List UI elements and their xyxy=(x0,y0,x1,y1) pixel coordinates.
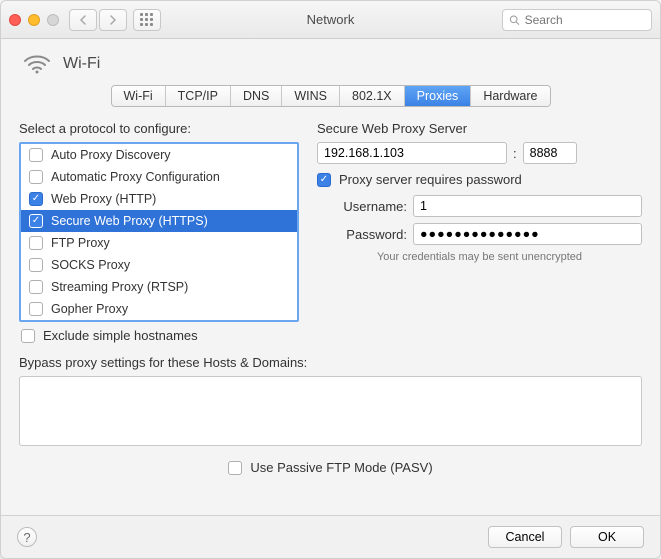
search-icon xyxy=(509,14,520,26)
protocol-label: Select a protocol to configure: xyxy=(19,121,299,136)
grid-icon xyxy=(140,13,154,27)
show-all-button[interactable] xyxy=(133,9,161,31)
minimize-window-button[interactable] xyxy=(28,14,40,26)
search-input[interactable] xyxy=(525,13,645,27)
password-input[interactable] xyxy=(413,223,642,245)
protocol-item[interactable]: Automatic Proxy Configuration xyxy=(21,166,297,188)
content-area: Wi-Fi Wi-FiTCP/IPDNSWINS802.1XProxiesHar… xyxy=(1,39,660,515)
proxy-port-input[interactable] xyxy=(523,142,577,164)
server-row: : xyxy=(317,142,642,164)
server-label: Secure Web Proxy Server xyxy=(317,121,642,136)
protocol-label: Gopher Proxy xyxy=(51,302,128,316)
requires-password-checkbox[interactable] xyxy=(317,173,331,187)
host-port-separator: : xyxy=(513,146,517,161)
protocol-checkbox[interactable] xyxy=(29,148,43,162)
protocol-item[interactable]: Secure Web Proxy (HTTPS) xyxy=(21,210,297,232)
ok-button[interactable]: OK xyxy=(570,526,644,548)
username-label: Username: xyxy=(317,199,407,214)
username-input[interactable] xyxy=(413,195,642,217)
proxy-host-input[interactable] xyxy=(317,142,507,164)
footer: ? Cancel OK xyxy=(1,515,660,558)
protocol-label: Automatic Proxy Configuration xyxy=(51,170,220,184)
bypass-label: Bypass proxy settings for these Hosts & … xyxy=(19,355,642,370)
close-window-button[interactable] xyxy=(9,14,21,26)
password-row: Password: xyxy=(317,223,642,245)
tab-tcp-ip[interactable]: TCP/IP xyxy=(166,86,231,106)
protocol-label: Secure Web Proxy (HTTPS) xyxy=(51,214,208,228)
protocol-label: Web Proxy (HTTP) xyxy=(51,192,156,206)
requires-password-label: Proxy server requires password xyxy=(339,172,522,187)
tab-wi-fi[interactable]: Wi-Fi xyxy=(112,86,166,106)
forward-button[interactable] xyxy=(99,9,127,31)
pasv-label: Use Passive FTP Mode (PASV) xyxy=(250,460,432,475)
protocol-item[interactable]: FTP Proxy xyxy=(21,232,297,254)
protocol-checkbox[interactable] xyxy=(29,302,43,316)
preferences-window: Network Wi-Fi Wi-FiTCP/IPDNSWINS802.1XPr… xyxy=(0,0,661,559)
protocol-item[interactable]: Gopher Proxy xyxy=(21,298,297,320)
protocol-checkbox[interactable] xyxy=(29,214,43,228)
credentials-hint: Your credentials may be sent unencrypted xyxy=(317,251,642,263)
exclude-simple-checkbox[interactable] xyxy=(21,329,35,343)
password-label: Password: xyxy=(317,227,407,242)
interface-name: Wi-Fi xyxy=(63,55,100,73)
protocol-column: Select a protocol to configure: Auto Pro… xyxy=(19,121,299,343)
protocol-checkbox[interactable] xyxy=(29,258,43,272)
exclude-simple-row[interactable]: Exclude simple hostnames xyxy=(19,322,299,343)
protocol-item[interactable]: Streaming Proxy (RTSP) xyxy=(21,276,297,298)
protocol-checkbox[interactable] xyxy=(29,280,43,294)
titlebar: Network xyxy=(1,1,660,39)
exclude-simple-label: Exclude simple hostnames xyxy=(43,328,198,343)
back-button[interactable] xyxy=(69,9,97,31)
tab-dns[interactable]: DNS xyxy=(231,86,282,106)
interface-header: Wi-Fi xyxy=(19,53,642,75)
form-area: Select a protocol to configure: Auto Pro… xyxy=(19,121,642,343)
wifi-icon xyxy=(23,53,51,75)
pasv-checkbox[interactable] xyxy=(228,461,242,475)
tab-hardware[interactable]: Hardware xyxy=(471,86,549,106)
protocol-item[interactable]: Auto Proxy Discovery xyxy=(21,144,297,166)
protocol-label: SOCKS Proxy xyxy=(51,258,130,272)
search-field-wrap[interactable] xyxy=(502,9,652,31)
pasv-row[interactable]: Use Passive FTP Mode (PASV) xyxy=(19,460,642,475)
tab-proxies[interactable]: Proxies xyxy=(405,86,472,106)
help-button[interactable]: ? xyxy=(17,527,37,547)
protocol-item[interactable]: SOCKS Proxy xyxy=(21,254,297,276)
protocol-label: FTP Proxy xyxy=(51,236,110,250)
protocol-label: Auto Proxy Discovery xyxy=(51,148,170,162)
username-row: Username: xyxy=(317,195,642,217)
window-controls xyxy=(9,14,59,26)
zoom-window-button xyxy=(47,14,59,26)
server-column: Secure Web Proxy Server : Proxy server r… xyxy=(317,121,642,343)
bypass-textarea[interactable] xyxy=(19,376,642,446)
tab-wins[interactable]: WINS xyxy=(282,86,340,106)
protocol-label: Streaming Proxy (RTSP) xyxy=(51,280,188,294)
protocol-item[interactable]: Web Proxy (HTTP) xyxy=(21,188,297,210)
cancel-button[interactable]: Cancel xyxy=(488,526,562,548)
protocol-checkbox[interactable] xyxy=(29,192,43,206)
protocol-checkbox[interactable] xyxy=(29,170,43,184)
protocol-list[interactable]: Auto Proxy Discovery Automatic Proxy Conf… xyxy=(19,142,299,322)
requires-password-row[interactable]: Proxy server requires password xyxy=(317,172,642,195)
protocol-checkbox[interactable] xyxy=(29,236,43,250)
nav-buttons xyxy=(69,9,127,31)
tabbar: Wi-FiTCP/IPDNSWINS802.1XProxiesHardware xyxy=(19,85,642,107)
tab-802-1x[interactable]: 802.1X xyxy=(340,86,405,106)
